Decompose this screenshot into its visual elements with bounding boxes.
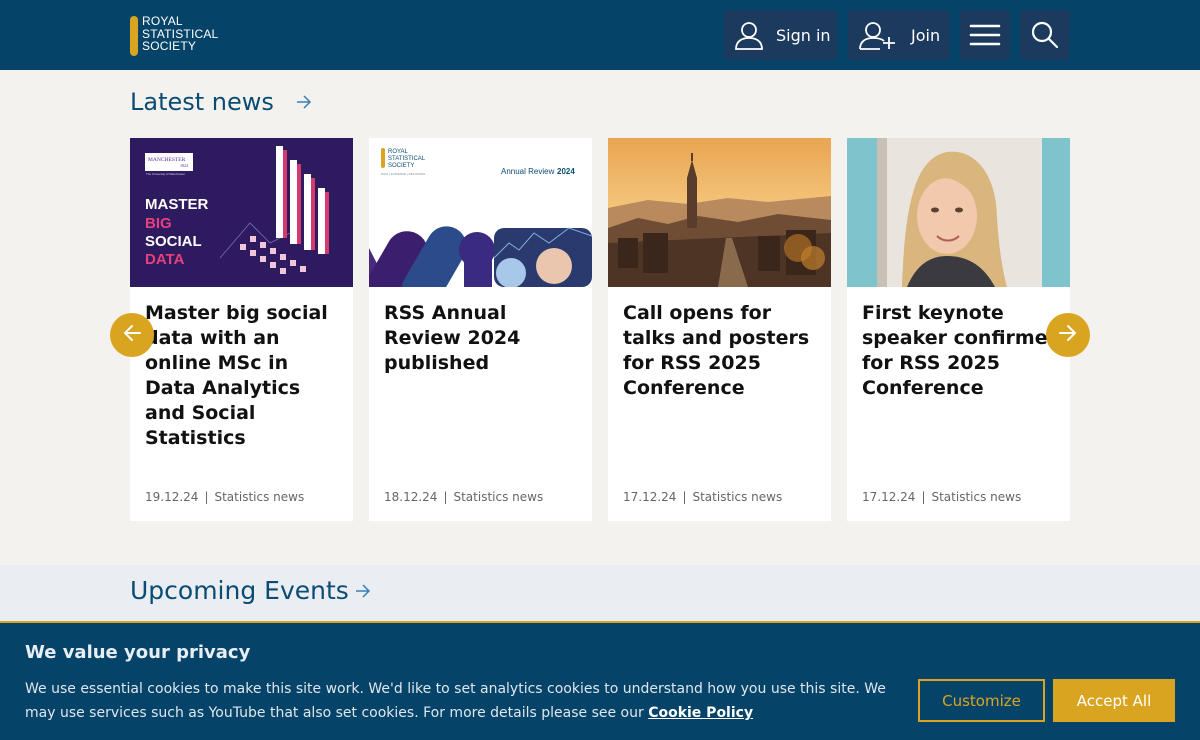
news-card[interactable]: First keynote speaker confirmed for RSS … <box>847 138 1070 521</box>
news-card-category[interactable]: Statistics news <box>453 490 543 504</box>
sign-in-button[interactable]: Sign in <box>724 10 837 60</box>
cookie-banner: We value your privacy We use essential c… <box>0 621 1200 740</box>
news-card-date: 17.12.24 <box>623 490 677 504</box>
customize-button[interactable]: Customize <box>918 679 1045 722</box>
news-card-image: MANCHESTER 1824 The University of Manche… <box>130 138 353 287</box>
image-tagline: DATA | EVIDENCE | DECISIONS <box>381 172 425 176</box>
image-logo-text: STATISTICAL <box>388 156 426 162</box>
image-headline: SOCIAL <box>145 233 202 250</box>
image-headline: BIG <box>145 215 172 232</box>
join-label: Join <box>911 25 941 45</box>
image-logo-text: SOCIETY <box>388 163 414 169</box>
add-user-icon <box>858 20 898 50</box>
news-card-category[interactable]: Statistics news <box>214 490 304 504</box>
meta-separator: | <box>921 490 926 504</box>
cookie-banner-text: We use essential cookies to make this si… <box>25 677 905 725</box>
news-card-meta: 18.12.24 | Statistics news <box>384 490 543 504</box>
cookie-policy-link[interactable]: Cookie Policy <box>648 705 753 721</box>
meta-separator: | <box>443 490 448 504</box>
join-button[interactable]: Join <box>848 10 950 60</box>
cookie-banner-title: We value your privacy <box>25 642 251 663</box>
news-card-date: 17.12.24 <box>862 490 916 504</box>
news-card-meta: 19.12.24 | Statistics news <box>145 490 304 504</box>
news-card-category[interactable]: Statistics news <box>931 490 1021 504</box>
carousel-next-button[interactable] <box>1046 313 1090 357</box>
hamburger-menu-icon <box>969 23 1001 47</box>
news-card-image <box>847 138 1070 287</box>
upcoming-events-heading[interactable]: Upcoming Events <box>130 576 371 605</box>
news-card-image: ROYAL STATISTICAL SOCIETY DATA | EVIDENC… <box>369 138 592 287</box>
arrow-left-icon <box>122 323 142 347</box>
carousel-prev-button[interactable] <box>110 313 154 357</box>
latest-news-title: Latest news <box>130 88 274 116</box>
arrow-right-icon <box>355 583 371 599</box>
arrow-right-icon <box>1058 323 1078 347</box>
meta-separator: | <box>682 490 687 504</box>
news-card-date: 19.12.24 <box>145 490 199 504</box>
badge-text: The University of Manchester <box>146 172 185 176</box>
news-card-title[interactable]: First keynote speaker confirmed for RSS … <box>862 301 1062 401</box>
news-card[interactable]: ROYAL STATISTICAL SOCIETY DATA | EVIDENC… <box>369 138 592 521</box>
meta-separator: | <box>204 490 209 504</box>
image-headline: MASTER <box>145 196 209 213</box>
news-card[interactable]: Call opens for talks and posters for RSS… <box>608 138 831 521</box>
cookie-banner-body: We use essential cookies to make this si… <box>25 681 886 721</box>
news-card-category[interactable]: Statistics news <box>692 490 782 504</box>
search-button[interactable] <box>1020 10 1070 60</box>
menu-button[interactable] <box>960 10 1010 60</box>
news-card-title[interactable]: Master big social data with an online MS… <box>145 301 345 451</box>
site-header: ROYAL STATISTICAL SOCIETY Sign in Join <box>0 0 1200 70</box>
news-card-date: 18.12.24 <box>384 490 438 504</box>
user-icon <box>734 20 764 50</box>
sign-in-label: Sign in <box>776 25 831 45</box>
latest-news-heading[interactable]: Latest news <box>130 88 312 116</box>
logo-text: ROYAL STATISTICAL SOCIETY <box>142 15 218 53</box>
news-card-meta: 17.12.24 | Statistics news <box>623 490 782 504</box>
news-card-image <box>608 138 831 287</box>
logo-bar <box>130 16 138 56</box>
badge-text: 1824 <box>180 163 188 168</box>
upcoming-events-title: Upcoming Events <box>130 576 349 605</box>
logo-line: SOCIETY <box>142 39 197 53</box>
rss-logo[interactable]: ROYAL STATISTICAL SOCIETY <box>130 15 240 57</box>
logo-line: ROYAL <box>142 14 183 28</box>
news-card[interactable]: MANCHESTER 1824 The University of Manche… <box>130 138 353 521</box>
image-logo-text: ROYAL <box>388 149 409 155</box>
news-card-meta: 17.12.24 | Statistics news <box>862 490 1021 504</box>
accept-all-button[interactable]: Accept All <box>1053 679 1175 722</box>
image-year: 2024 <box>557 167 575 176</box>
arrow-right-icon <box>296 94 312 110</box>
image-label: Annual Review <box>501 167 555 176</box>
search-icon <box>1031 21 1059 49</box>
news-card-title[interactable]: RSS Annual Review 2024 published <box>384 301 584 376</box>
news-card-title[interactable]: Call opens for talks and posters for RSS… <box>623 301 823 401</box>
image-headline: DATA <box>145 251 185 268</box>
